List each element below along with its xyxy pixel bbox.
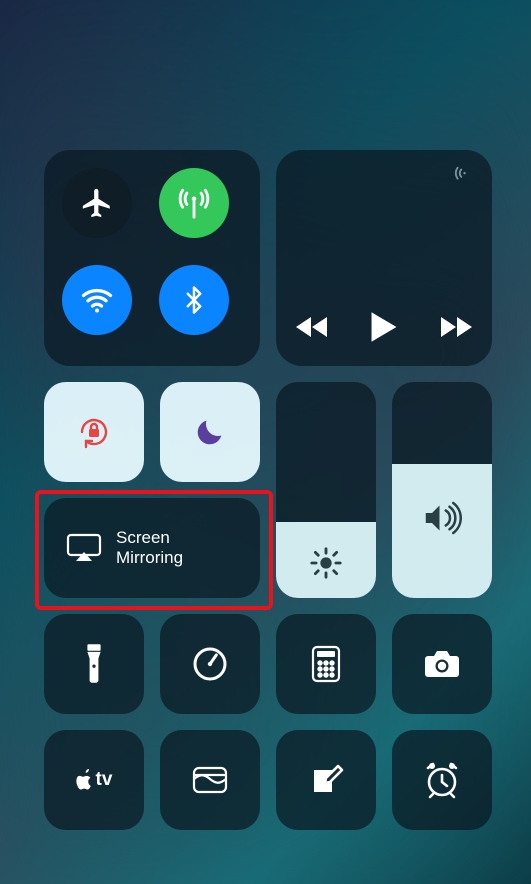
bluetooth-toggle[interactable] <box>159 265 229 335</box>
timer-button[interactable] <box>160 614 260 714</box>
volume-icon <box>422 500 462 536</box>
airplay-video-icon <box>66 533 102 563</box>
play-button[interactable] <box>369 310 399 344</box>
do-not-disturb-toggle[interactable] <box>160 382 260 482</box>
media-controls-group[interactable] <box>276 150 492 366</box>
moon-icon <box>193 415 227 449</box>
apple-tv-icon: tv <box>76 769 113 791</box>
camera-icon <box>422 648 462 680</box>
camera-button[interactable] <box>392 614 492 714</box>
wallet-icon <box>190 764 230 796</box>
alarm-clock-icon <box>422 761 462 799</box>
notes-button[interactable] <box>276 730 376 830</box>
flashlight-button[interactable] <box>44 614 144 714</box>
wifi-toggle[interactable] <box>62 265 132 335</box>
calculator-button[interactable] <box>276 614 376 714</box>
fast-forward-button[interactable] <box>437 313 473 341</box>
cellular-data-toggle[interactable] <box>159 168 229 238</box>
flashlight-icon <box>83 644 105 684</box>
alarm-button[interactable] <box>392 730 492 830</box>
brightness-icon <box>309 546 343 580</box>
airplane-mode-toggle[interactable] <box>62 168 132 238</box>
airplay-audio-icon <box>454 164 476 186</box>
rotation-lock-icon <box>74 412 114 452</box>
screen-mirroring-button[interactable]: Screen Mirroring <box>44 498 260 598</box>
compose-icon <box>308 762 344 798</box>
calculator-icon <box>311 645 341 683</box>
screen-mirroring-label: Screen Mirroring <box>116 528 183 567</box>
airplane-icon <box>80 186 114 220</box>
antenna-icon <box>177 186 211 220</box>
apple-tv-label: tv <box>96 769 113 791</box>
control-center-grid: Screen Mirroring <box>44 150 492 830</box>
volume-slider[interactable] <box>392 382 492 598</box>
rewind-button[interactable] <box>295 313 331 341</box>
connectivity-group[interactable] <box>44 150 260 366</box>
apple-tv-remote-button[interactable]: tv <box>44 730 144 830</box>
bluetooth-icon <box>179 285 209 315</box>
rotation-lock-toggle[interactable] <box>44 382 144 482</box>
wifi-icon <box>79 282 115 318</box>
timer-icon <box>191 645 229 683</box>
brightness-slider[interactable] <box>276 382 376 598</box>
wallet-button[interactable] <box>160 730 260 830</box>
